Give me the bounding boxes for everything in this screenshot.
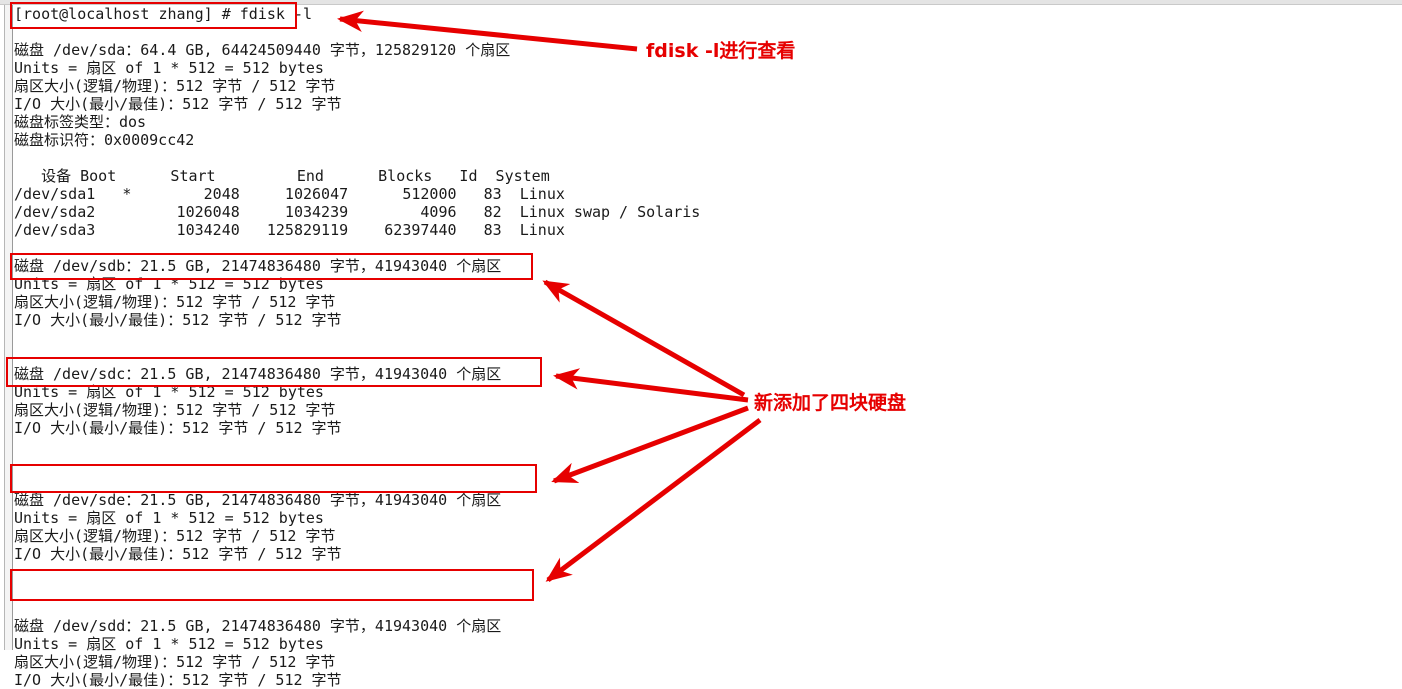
terminal-line: I/O 大小(最小/最佳)：512 字节 / 512 字节	[14, 545, 342, 563]
annotation-disks-note: 新添加了四块硬盘	[754, 392, 907, 414]
terminal-line: [root@localhost zhang] # fdisk -l	[14, 5, 313, 23]
terminal-line: Units = 扇区 of 1 * 512 = 512 bytes	[14, 509, 324, 527]
terminal-line: /dev/sda1 * 2048 1026047 512000 83 Linux	[14, 185, 565, 203]
terminal-line: 扇区大小(逻辑/物理)：512 字节 / 512 字节	[14, 527, 336, 545]
terminal-line: Units = 扇区 of 1 * 512 = 512 bytes	[14, 383, 324, 401]
terminal-line: Units = 扇区 of 1 * 512 = 512 bytes	[14, 635, 324, 653]
terminal-line: 扇区大小(逻辑/物理)：512 字节 / 512 字节	[14, 293, 336, 311]
terminal-line: 磁盘 /dev/sde：21.5 GB, 21474836480 字节，4194…	[14, 491, 502, 509]
terminal-line: 磁盘 /dev/sdb：21.5 GB, 21474836480 字节，4194…	[14, 257, 502, 275]
terminal-line: 设备 Boot Start End Blocks Id System	[14, 167, 550, 185]
terminal-line: I/O 大小(最小/最佳)：512 字节 / 512 字节	[14, 311, 342, 329]
terminal-line: I/O 大小(最小/最佳)：512 字节 / 512 字节	[14, 671, 342, 689]
terminal-line: 扇区大小(逻辑/物理)：512 字节 / 512 字节	[14, 653, 336, 671]
left-scrollbar-edge-left	[4, 5, 5, 650]
terminal-line: 磁盘 /dev/sdc：21.5 GB, 21474836480 字节，4194…	[14, 365, 502, 383]
terminal-line: /dev/sda3 1034240 125829119 62397440 83 …	[14, 221, 565, 239]
terminal-output[interactable]: [root@localhost zhang] # fdisk -l 磁盘 /dev…	[14, 5, 1394, 689]
screenshot-root: [root@localhost zhang] # fdisk -l 磁盘 /dev…	[0, 0, 1402, 689]
annotation-command-note: fdisk -l进行查看	[646, 40, 796, 62]
terminal-line: 扇区大小(逻辑/物理)：512 字节 / 512 字节	[14, 77, 336, 95]
terminal-line: Units = 扇区 of 1 * 512 = 512 bytes	[14, 275, 324, 293]
terminal-line: 磁盘 /dev/sdd：21.5 GB, 21474836480 字节，4194…	[14, 617, 502, 635]
terminal-line: I/O 大小(最小/最佳)：512 字节 / 512 字节	[14, 419, 342, 437]
terminal-line: I/O 大小(最小/最佳)：512 字节 / 512 字节	[14, 95, 342, 113]
terminal-line: 磁盘标识符：0x0009cc42	[14, 131, 195, 149]
terminal-line: 扇区大小(逻辑/物理)：512 字节 / 512 字节	[14, 401, 336, 419]
terminal-line: /dev/sda2 1026048 1034239 4096 82 Linux …	[14, 203, 701, 221]
left-scrollbar-edge-right	[12, 5, 13, 650]
terminal-line: 磁盘标签类型：dos	[14, 113, 147, 131]
